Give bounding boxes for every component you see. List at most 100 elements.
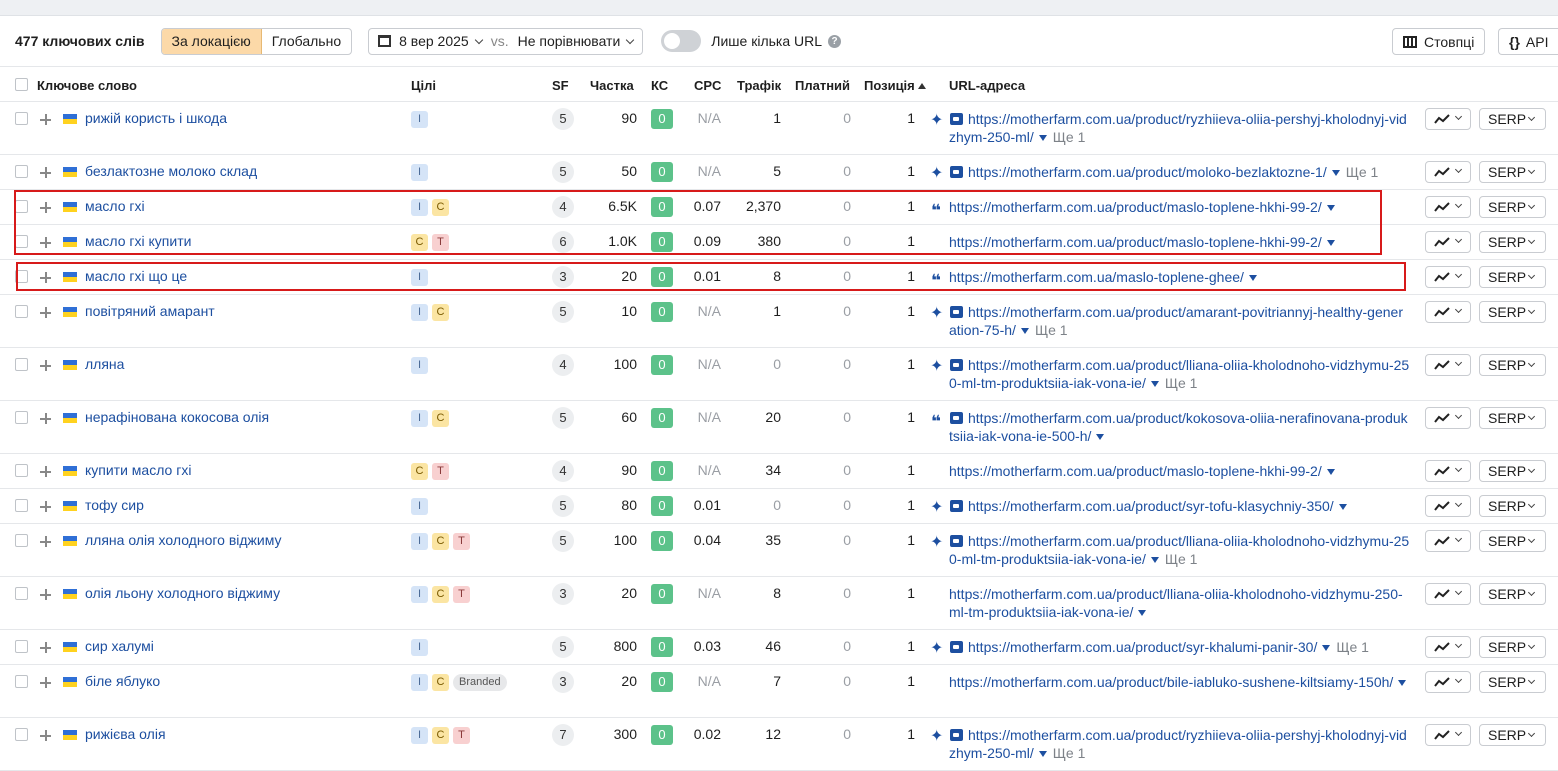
url-dropdown-caret-icon[interactable] — [1338, 504, 1347, 511]
header-kd[interactable]: КС — [651, 78, 668, 93]
url-dropdown-caret-icon[interactable] — [1331, 170, 1340, 177]
row-checkbox[interactable] — [15, 305, 28, 318]
url-link[interactable]: https://motherfarm.com.ua/product/kokoso… — [949, 409, 1410, 445]
keyword-link[interactable]: рижій користь і шкода — [85, 110, 227, 126]
header-cpc[interactable]: CPC — [694, 78, 721, 93]
trend-button[interactable] — [1425, 266, 1471, 288]
url-text[interactable]: https://motherfarm.com.ua/product/syr-kh… — [968, 639, 1317, 655]
url-link[interactable]: https://motherfarm.com.ua/product/syr-kh… — [949, 638, 1410, 656]
url-dropdown-caret-icon[interactable] — [1020, 328, 1029, 335]
keyword-link[interactable]: рижієва олія — [85, 726, 166, 742]
serp-button[interactable]: SERP — [1479, 495, 1546, 517]
scope-global-button[interactable]: Глобально — [262, 29, 351, 54]
add-keyword-icon[interactable] — [40, 413, 51, 424]
row-checkbox[interactable] — [15, 464, 28, 477]
add-keyword-icon[interactable] — [40, 677, 51, 688]
serp-features-count[interactable]: 3 — [552, 671, 574, 693]
url-link[interactable]: https://motherfarm.com.ua/product/lliana… — [949, 356, 1410, 392]
more-urls-label[interactable]: Ще 1 — [1346, 164, 1379, 180]
row-checkbox[interactable] — [15, 640, 28, 653]
keyword-link[interactable]: лляна — [85, 356, 124, 372]
keyword-link[interactable]: нерафінована кокосова олія — [85, 409, 269, 425]
url-link[interactable]: https://motherfarm.com.ua/product/lliana… — [949, 585, 1410, 621]
row-checkbox[interactable] — [15, 587, 28, 600]
add-keyword-icon[interactable] — [40, 589, 51, 600]
keyword-link[interactable]: безлактозне молоко склад — [85, 163, 257, 179]
header-intents[interactable]: Цілі — [411, 78, 436, 93]
more-urls-label[interactable]: Ще 1 — [1035, 322, 1068, 338]
row-checkbox[interactable] — [15, 728, 28, 741]
trend-button[interactable] — [1425, 161, 1471, 183]
row-checkbox[interactable] — [15, 534, 28, 547]
only-few-urls-toggle[interactable] — [661, 30, 702, 52]
url-link[interactable]: https://motherfarm.com.ua/product/bile-i… — [949, 673, 1410, 691]
serp-features-count[interactable]: 5 — [552, 495, 574, 517]
url-text[interactable]: https://motherfarm.com.ua/product/kokoso… — [949, 410, 1408, 444]
serp-button[interactable]: SERP — [1479, 108, 1546, 130]
serp-features-count[interactable]: 7 — [552, 724, 574, 746]
url-link[interactable]: https://motherfarm.com.ua/product/maslo-… — [949, 462, 1410, 480]
serp-button[interactable]: SERP — [1479, 231, 1546, 253]
header-sf[interactable]: SF — [552, 78, 569, 93]
serp-button[interactable]: SERP — [1479, 407, 1546, 429]
url-link[interactable]: https://motherfarm.com.ua/product/ryzhii… — [949, 110, 1410, 146]
row-checkbox[interactable] — [15, 411, 28, 424]
url-text[interactable]: https://motherfarm.com.ua/product/syr-to… — [968, 498, 1334, 514]
header-share[interactable]: Частка — [590, 78, 634, 93]
url-link[interactable]: https://motherfarm.com.ua/product/amaran… — [949, 303, 1410, 339]
url-text[interactable]: https://motherfarm.com.ua/product/ryzhii… — [949, 727, 1407, 761]
serp-button[interactable]: SERP — [1479, 161, 1546, 183]
more-urls-label[interactable]: Ще 1 — [1165, 551, 1198, 567]
trend-button[interactable] — [1425, 724, 1471, 746]
url-dropdown-caret-icon[interactable] — [1326, 469, 1335, 476]
keyword-link[interactable]: повітряний амарант — [85, 303, 215, 319]
url-dropdown-caret-icon[interactable] — [1150, 381, 1159, 388]
serp-features-count[interactable]: 3 — [552, 583, 574, 605]
header-url[interactable]: URL-адреса — [949, 78, 1025, 93]
url-dropdown-caret-icon[interactable] — [1150, 557, 1159, 564]
trend-button[interactable] — [1425, 108, 1471, 130]
trend-button[interactable] — [1425, 196, 1471, 218]
trend-button[interactable] — [1425, 460, 1471, 482]
api-button[interactable]: {} API — [1498, 28, 1558, 55]
add-keyword-icon[interactable] — [40, 501, 51, 512]
serp-features-count[interactable]: 5 — [552, 108, 574, 130]
add-keyword-icon[interactable] — [40, 730, 51, 741]
add-keyword-icon[interactable] — [40, 360, 51, 371]
trend-button[interactable] — [1425, 495, 1471, 517]
columns-button[interactable]: Стовпці — [1392, 28, 1486, 55]
serp-features-count[interactable]: 5 — [552, 636, 574, 658]
trend-button[interactable] — [1425, 231, 1471, 253]
url-text[interactable]: https://motherfarm.com.ua/product/bile-i… — [949, 674, 1393, 690]
keyword-link[interactable]: тофу сир — [85, 497, 144, 513]
url-dropdown-caret-icon[interactable] — [1398, 680, 1407, 687]
serp-features-count[interactable]: 5 — [552, 161, 574, 183]
url-text[interactable]: https://motherfarm.com.ua/product/maslo-… — [949, 463, 1322, 479]
trend-button[interactable] — [1425, 354, 1471, 376]
url-dropdown-caret-icon[interactable] — [1322, 645, 1331, 652]
keyword-link[interactable]: лляна олія холодного віджиму — [85, 532, 282, 548]
url-link[interactable]: https://motherfarm.com.ua/product/syr-to… — [949, 497, 1410, 515]
header-traffic[interactable]: Трафік — [737, 78, 781, 93]
serp-button[interactable]: SERP — [1479, 724, 1546, 746]
url-dropdown-caret-icon[interactable] — [1096, 434, 1105, 441]
serp-features-count[interactable]: 5 — [552, 530, 574, 552]
trend-button[interactable] — [1425, 583, 1471, 605]
more-urls-label[interactable]: Ще 1 — [1053, 745, 1086, 761]
trend-button[interactable] — [1425, 301, 1471, 323]
keyword-link[interactable]: купити масло гхі — [85, 462, 191, 478]
url-dropdown-caret-icon[interactable] — [1038, 751, 1047, 758]
scope-local-button[interactable]: За локацією — [161, 28, 262, 54]
header-position[interactable]: Позиція — [864, 78, 926, 93]
serp-button[interactable]: SERP — [1479, 354, 1546, 376]
more-urls-label[interactable]: Ще 1 — [1165, 375, 1198, 391]
serp-features-count[interactable]: 4 — [552, 460, 574, 482]
add-keyword-icon[interactable] — [40, 307, 51, 318]
serp-features-count[interactable]: 4 — [552, 354, 574, 376]
serp-button[interactable]: SERP — [1479, 196, 1546, 218]
trend-button[interactable] — [1425, 530, 1471, 552]
header-keyword[interactable]: Ключове слово — [37, 78, 137, 93]
keyword-link[interactable]: сир халумі — [85, 638, 154, 654]
more-urls-label[interactable]: Ще 1 — [1053, 129, 1086, 145]
url-text[interactable]: https://motherfarm.com.ua/product/moloko… — [968, 164, 1327, 180]
